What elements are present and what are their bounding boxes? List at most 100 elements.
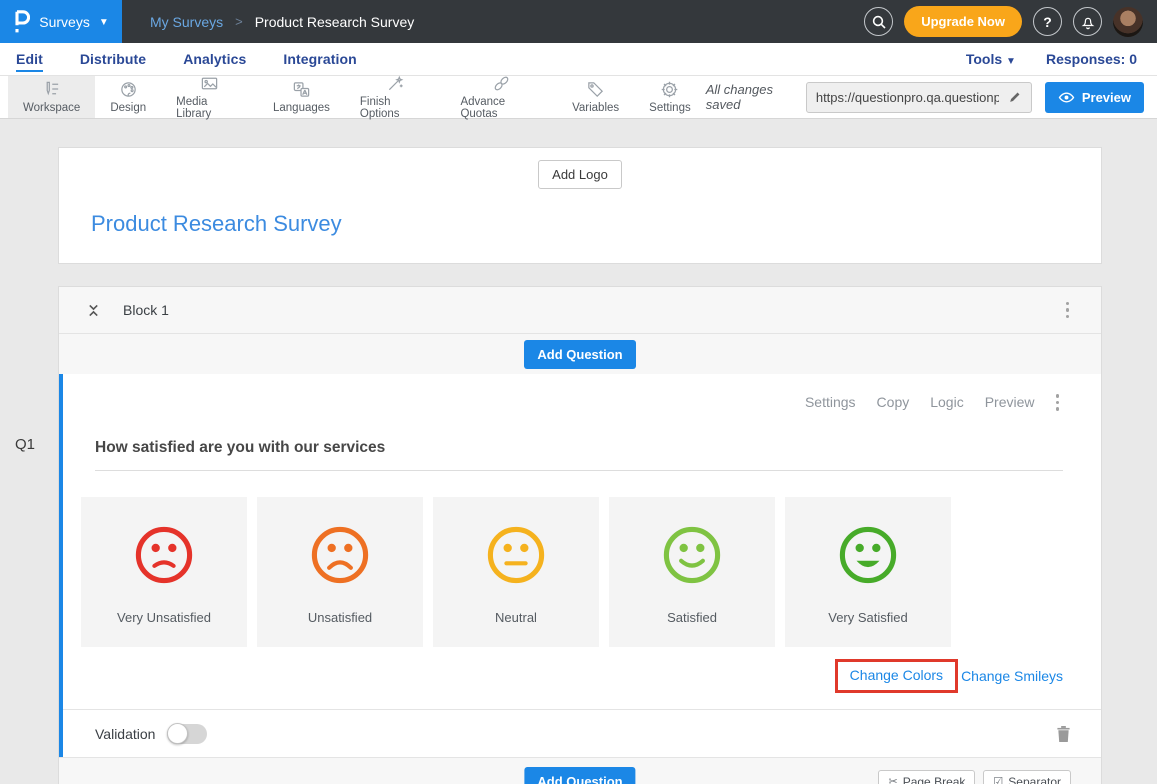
image-icon — [200, 74, 219, 93]
question-card: Settings Copy Logic Preview How satisfie… — [59, 374, 1101, 757]
smiley-options: Very Unsatisfied Unsatisfied Neutral — [81, 497, 1063, 647]
translate-icon — [292, 80, 311, 99]
upgrade-now-button[interactable]: Upgrade Now — [904, 6, 1022, 37]
question-menu-button[interactable] — [1052, 390, 1064, 415]
validation-row: Validation — [63, 709, 1101, 757]
questionpro-logo-icon — [13, 10, 30, 34]
trash-icon — [1056, 725, 1071, 743]
workspace-icon — [42, 80, 61, 99]
survey-url-field: https://questionpro.qa.questionp — [806, 82, 1032, 113]
save-status-text: All changes saved — [706, 82, 793, 112]
tool-workspace[interactable]: Workspace — [8, 76, 95, 118]
user-avatar[interactable] — [1113, 7, 1143, 37]
tool-advance-quotas[interactable]: Advance Quotas — [445, 76, 557, 118]
breadcrumb-separator: > — [235, 14, 243, 29]
smiley-very-satisfied-icon — [836, 523, 900, 587]
search-icon — [871, 14, 887, 30]
question-preview-link[interactable]: Preview — [985, 394, 1035, 410]
survey-header-card: Add Logo Product Research Survey — [58, 147, 1102, 264]
question-wrapper: Q1 Settings Copy Logic Preview How satis… — [59, 374, 1101, 757]
breadcrumb-current-survey: Product Research Survey — [255, 14, 415, 30]
add-question-button-bottom[interactable]: Add Question — [524, 767, 635, 784]
breadcrumb-my-surveys[interactable]: My Surveys — [150, 14, 223, 30]
tab-distribute[interactable]: Distribute — [80, 51, 146, 67]
smiley-unsatisfied-icon — [308, 523, 372, 587]
tag-icon — [586, 80, 605, 99]
search-button[interactable] — [864, 7, 893, 36]
scissors-icon: ✂ — [888, 775, 897, 784]
gear-icon — [660, 80, 679, 99]
tab-edit[interactable]: Edit — [16, 51, 43, 67]
block-menu-button[interactable] — [1062, 298, 1074, 323]
option-satisfied[interactable]: Satisfied — [609, 497, 775, 647]
question-settings-link[interactable]: Settings — [805, 394, 856, 410]
delete-question-button[interactable] — [1056, 725, 1071, 743]
block-card: Block 1 Add Question Q1 Settings Copy Lo… — [58, 286, 1102, 784]
editor-toolbar: Workspace Design Media Library Languages… — [0, 76, 1157, 119]
collapse-block-button[interactable] — [87, 302, 100, 319]
question-text-underline — [95, 470, 1063, 471]
edit-url-button[interactable] — [999, 90, 1031, 104]
responses-count[interactable]: Responses: 0 — [1046, 51, 1137, 67]
pencil-icon — [1008, 90, 1022, 104]
smiley-satisfied-icon — [660, 523, 724, 587]
preview-button[interactable]: Preview — [1045, 82, 1144, 113]
toolbar-right: All changes saved https://questionpro.qa… — [706, 76, 1157, 118]
smiley-neutral-icon — [484, 523, 548, 587]
tools-dropdown[interactable]: Tools ▼ — [966, 51, 1016, 67]
nav-right: Tools ▼ Responses: 0 — [966, 51, 1141, 67]
validation-toggle[interactable] — [167, 724, 207, 744]
tool-variables[interactable]: Variables — [557, 76, 634, 118]
checkbox-checked-icon: ☑ — [993, 775, 1003, 784]
block-header: Block 1 — [59, 287, 1101, 334]
chain-icon — [492, 74, 511, 93]
question-text[interactable]: How satisfied are you with our services — [95, 439, 1063, 457]
survey-url-input[interactable]: https://questionpro.qa.questionp — [807, 90, 999, 105]
question-mark-icon: ? — [1043, 14, 1052, 30]
tab-integration[interactable]: Integration — [283, 51, 356, 67]
option-neutral[interactable]: Neutral — [433, 497, 599, 647]
separator-button[interactable]: ☑ Separator — [983, 770, 1071, 784]
nav-tabs: Edit Distribute Analytics Integration — [16, 51, 357, 67]
block-footer: Add Question ✂ Page Break ☑ Separator — [59, 757, 1101, 784]
tool-media-library[interactable]: Media Library — [161, 76, 258, 118]
survey-title[interactable]: Product Research Survey — [91, 211, 1101, 237]
tool-design[interactable]: Design — [95, 76, 161, 118]
palette-icon — [119, 80, 138, 99]
app-menu-surveys[interactable]: Surveys ▼ — [0, 0, 122, 43]
tab-analytics[interactable]: Analytics — [183, 51, 246, 67]
tool-settings[interactable]: Settings — [634, 76, 706, 118]
question-number-label: Q1 — [15, 436, 35, 453]
add-question-button-top[interactable]: Add Question — [524, 340, 635, 369]
chevron-down-icon: ▼ — [1006, 56, 1016, 67]
breadcrumb: My Surveys > Product Research Survey — [150, 14, 414, 30]
change-colors-link[interactable]: Change Colors — [850, 667, 943, 683]
chevron-down-icon: ▼ — [99, 17, 109, 28]
tool-finish-options[interactable]: Finish Options — [345, 76, 446, 118]
collapse-icon — [87, 302, 100, 319]
add-question-strip-top: Add Question — [59, 334, 1101, 374]
bell-icon — [1080, 14, 1096, 30]
option-very-unsatisfied[interactable]: Very Unsatisfied — [81, 497, 247, 647]
option-unsatisfied[interactable]: Unsatisfied — [257, 497, 423, 647]
topbar-actions: Upgrade Now ? — [864, 6, 1157, 37]
question-logic-link[interactable]: Logic — [930, 394, 963, 410]
annotation-highlight-box: Change Colors — [835, 659, 958, 693]
section-nav: Edit Distribute Analytics Integration To… — [0, 43, 1157, 76]
add-logo-button[interactable]: Add Logo — [538, 160, 622, 189]
smiley-very-unsatisfied-icon — [132, 523, 196, 587]
question-actions: Settings Copy Logic Preview — [81, 390, 1063, 415]
block-title[interactable]: Block 1 — [123, 302, 169, 318]
change-smileys-link[interactable]: Change Smileys — [961, 668, 1063, 684]
tool-languages[interactable]: Languages — [258, 76, 345, 118]
smiley-links-row: Change Colors Change Smileys — [81, 659, 1063, 693]
app-menu-label: Surveys — [39, 14, 90, 30]
option-very-satisfied[interactable]: Very Satisfied — [785, 497, 951, 647]
top-navbar: Surveys ▼ My Surveys > Product Research … — [0, 0, 1157, 43]
help-button[interactable]: ? — [1033, 7, 1062, 36]
question-copy-link[interactable]: Copy — [877, 394, 910, 410]
workspace-canvas: Add Logo Product Research Survey Block 1… — [0, 119, 1157, 784]
notifications-button[interactable] — [1073, 7, 1102, 36]
page-break-button[interactable]: ✂ Page Break — [878, 770, 975, 784]
eye-icon — [1058, 91, 1075, 104]
